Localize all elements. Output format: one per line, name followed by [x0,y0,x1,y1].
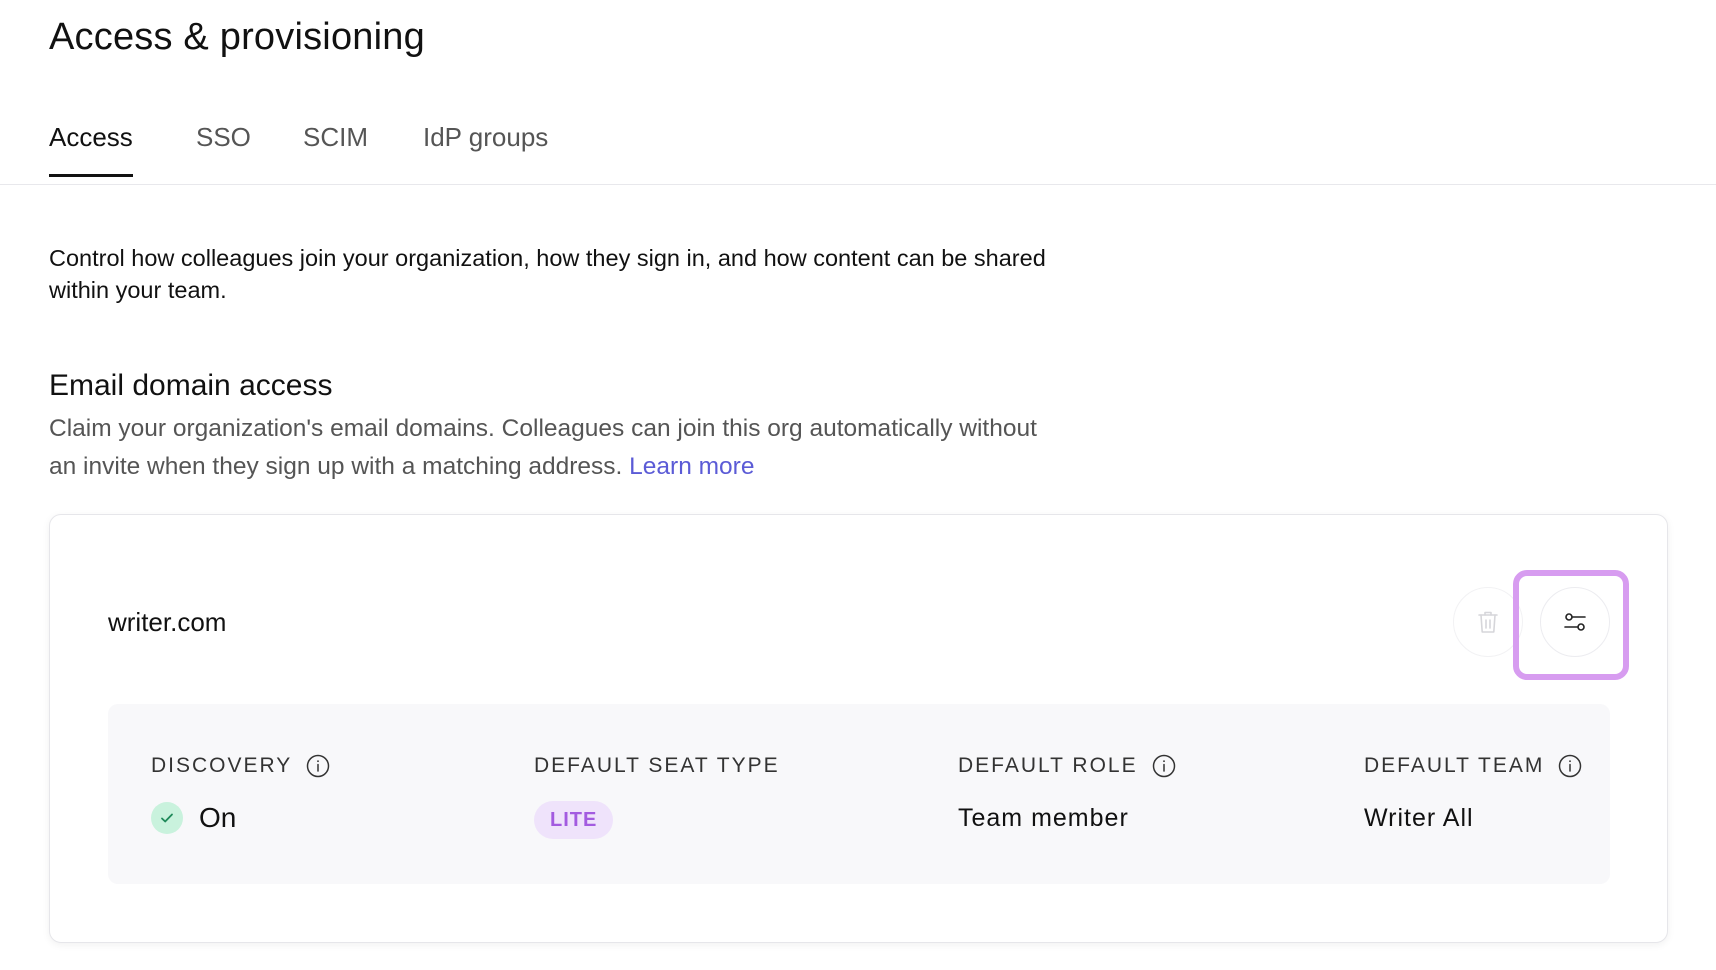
role-label: DEFAULT ROLE [958,754,1138,777]
domain-name: writer.com [108,607,227,637]
seat-type-value-row: LITE [534,800,780,839]
team-label-row: DEFAULT TEAM [1364,752,1582,780]
email-domain-description: Claim your organization's email domains.… [49,410,1069,486]
team-label: DEFAULT TEAM [1364,754,1545,777]
domain-card: writer.com DISCOVERY On DEFAULT SEAT TYP… [49,514,1668,943]
email-domain-description-text: Claim your organization's email domains.… [49,415,1037,480]
team-column: DEFAULT TEAM Writer All [1364,752,1582,836]
info-icon[interactable] [306,754,330,778]
discovery-label: DISCOVERY [151,754,293,777]
role-value: Team member [958,803,1129,832]
tab-sso[interactable]: SSO [196,122,251,177]
tab-bar: Access SSO SCIM IdP groups [0,106,1716,185]
info-icon[interactable] [1558,754,1582,778]
discovery-column: DISCOVERY On [151,752,330,836]
discovery-value-row: On [151,800,330,836]
delete-domain-button[interactable] [1453,587,1523,657]
sliders-icon [1562,609,1588,635]
check-icon [151,802,183,834]
intro-text: Control how colleagues join your organiz… [49,245,1046,303]
role-label-row: DEFAULT ROLE [958,752,1176,780]
seat-type-badge: LITE [534,801,614,839]
tab-idp-groups[interactable]: IdP groups [423,122,548,177]
team-value: Writer All [1364,803,1474,832]
learn-more-link[interactable]: Learn more [629,453,754,480]
trash-icon [1476,609,1500,635]
tab-scim[interactable]: SCIM [303,122,368,177]
tab-access[interactable]: Access [49,122,133,177]
seat-type-column: DEFAULT SEAT TYPE LITE [534,752,780,839]
info-icon[interactable] [1152,754,1176,778]
discovery-value: On [199,802,237,833]
domain-settings-panel: DISCOVERY On DEFAULT SEAT TYPE LITE DEFA… [108,704,1610,884]
page-title: Access & provisioning [49,16,425,58]
domain-settings-button[interactable] [1540,587,1610,657]
discovery-label-row: DISCOVERY [151,752,330,780]
seat-type-label-row: DEFAULT SEAT TYPE [534,752,780,780]
seat-type-label: DEFAULT SEAT TYPE [534,754,780,777]
role-column: DEFAULT ROLE Team member [958,752,1176,836]
email-domain-title: Email domain access [49,369,333,402]
